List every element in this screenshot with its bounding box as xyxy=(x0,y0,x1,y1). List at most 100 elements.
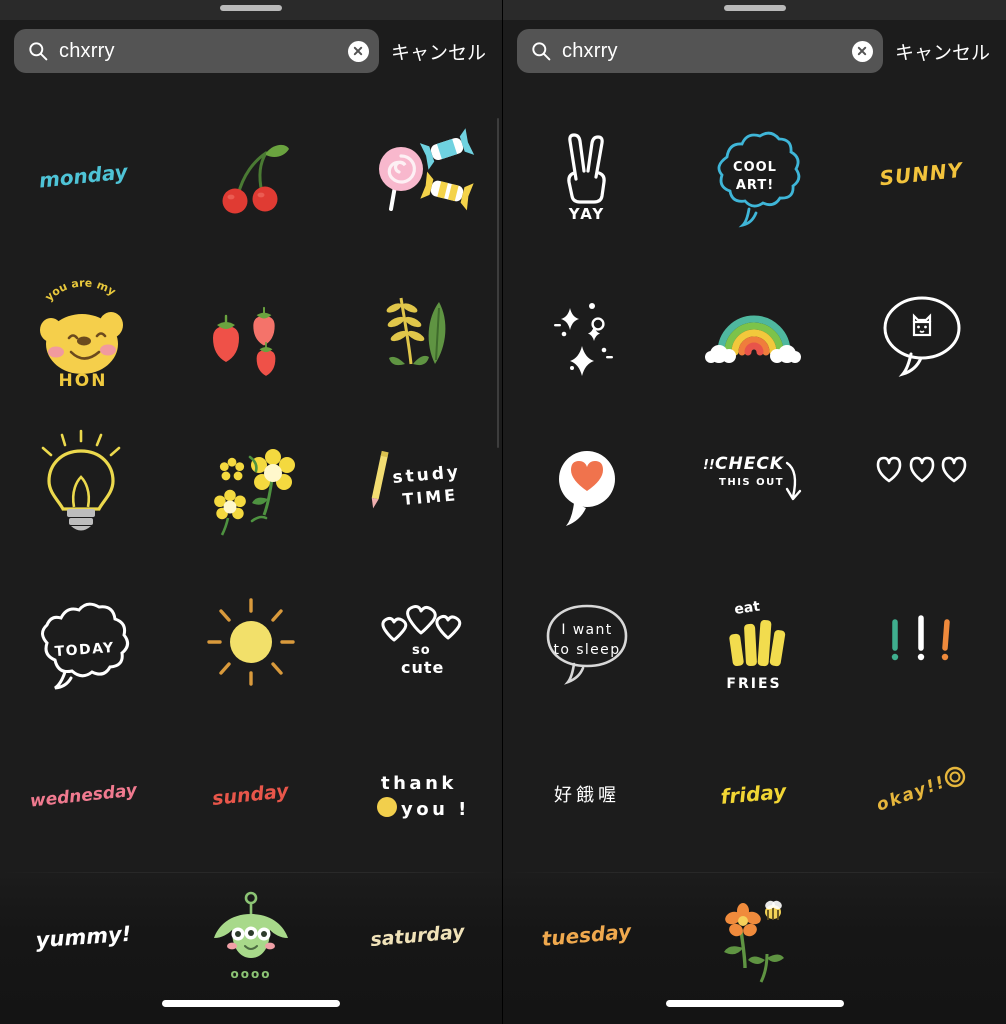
sticker-eat-fries[interactable]: eat FRIES xyxy=(691,578,817,704)
sticker-sunny[interactable]: SUNNY xyxy=(859,113,985,239)
sticker-yummy[interactable]: yummy! xyxy=(21,872,147,998)
sticker-cell-eat-fries[interactable]: eat FRIES xyxy=(671,563,839,718)
sticker-today-cloud[interactable]: TODAY xyxy=(21,578,147,704)
sticker-cell-strawberries[interactable] xyxy=(167,253,334,408)
sheet-grabber-handle-right[interactable] xyxy=(723,5,786,11)
sticker-cell-today-cloud[interactable]: TODAY xyxy=(0,563,167,718)
svg-text:saturday: saturday xyxy=(370,921,467,951)
sticker-cell-yay-peace[interactable]: YAY xyxy=(503,98,671,253)
sheet-grabber-zone[interactable] xyxy=(0,0,502,20)
sticker-cell-yummy[interactable]: yummy! xyxy=(0,872,167,998)
sticker-cell-i-want-to-sleep[interactable]: I want to sleep xyxy=(503,563,671,718)
search-input-value: chxrry xyxy=(59,39,115,62)
svg-text:好餓喔: 好餓喔 xyxy=(554,785,620,806)
sheet-grabber-zone-right[interactable] xyxy=(503,0,1006,20)
sticker-so-cute[interactable]: so cute xyxy=(355,578,481,704)
cancel-button-left[interactable]: キャンセル xyxy=(391,38,488,65)
sticker-saturday[interactable]: saturday xyxy=(355,872,481,998)
left-panel: chxrry キャンセル monday you are my HON study… xyxy=(0,0,503,1024)
svg-text:!!: !! xyxy=(703,458,715,473)
sticker-cell-cool-art[interactable]: COOL ART! xyxy=(671,98,839,253)
sticker-lightbulb[interactable] xyxy=(21,423,147,549)
sticker-cell-saturday[interactable]: saturday xyxy=(335,872,502,998)
sticker-cell-wednesday[interactable]: wednesday xyxy=(0,718,167,873)
svg-text:eat: eat xyxy=(734,598,762,617)
sticker-alien[interactable]: oooo xyxy=(188,872,314,998)
sticker-sparkles[interactable] xyxy=(524,268,650,394)
sticker-okay-smiley[interactable]: okay!! xyxy=(859,733,985,859)
sticker-cell-sparkles[interactable] xyxy=(503,253,671,408)
sticker-cell-study-time[interactable]: study TIME xyxy=(335,408,502,563)
sticker-check-this-out[interactable]: !! CHECK THIS OUT xyxy=(691,423,817,549)
sticker-leaves[interactable] xyxy=(355,268,481,394)
sticker-cell-flower-bee[interactable] xyxy=(671,872,839,998)
sticker-cell-friday[interactable]: friday xyxy=(671,718,839,873)
sticker-cell-flowers[interactable] xyxy=(167,408,334,563)
sticker-sun[interactable] xyxy=(188,578,314,704)
sticker-wednesday[interactable]: wednesday xyxy=(21,733,147,859)
sheet-grabber-handle[interactable] xyxy=(220,5,282,11)
svg-text:thank: thank xyxy=(381,773,457,794)
sticker-sunday[interactable]: sunday xyxy=(188,733,314,859)
sticker-cell-lightbulb[interactable] xyxy=(0,408,167,563)
sticker-cell-alien[interactable]: oooo xyxy=(167,872,334,998)
sticker-yay-peace[interactable]: YAY xyxy=(524,113,650,239)
home-indicator-left[interactable] xyxy=(162,1000,340,1007)
sticker-cell-cat-bubble[interactable] xyxy=(838,253,1006,408)
sticker-cell-sunday[interactable]: sunday xyxy=(167,718,334,873)
sticker-cell-check-this-out[interactable]: !! CHECK THIS OUT xyxy=(671,408,839,563)
sticker-cell-sunny[interactable]: SUNNY xyxy=(838,98,1006,253)
clear-text-icon-right[interactable] xyxy=(851,40,873,62)
sticker-flower-bee[interactable] xyxy=(691,872,817,998)
sticker-cell-cherries[interactable] xyxy=(167,98,334,253)
svg-text:HON: HON xyxy=(58,371,107,391)
sticker-i-want-to-sleep[interactable]: I want to sleep xyxy=(524,578,650,704)
sticker-monday[interactable]: monday xyxy=(21,113,147,239)
sticker-lollipop-candy[interactable] xyxy=(355,113,481,239)
sticker-thank-you[interactable]: thank you ! xyxy=(355,733,481,859)
clear-text-icon[interactable] xyxy=(347,40,369,62)
sticker-cell-thank-you[interactable]: thank you ! xyxy=(335,718,502,873)
svg-text:YAY: YAY xyxy=(568,205,605,223)
sticker-three-hearts[interactable] xyxy=(859,423,985,549)
sticker-cell-so-cute[interactable]: so cute xyxy=(335,563,502,718)
sticker-hao-e-wo[interactable]: 好餓喔 xyxy=(524,733,650,859)
sticker-you-are-my-hon[interactable]: you are my HON xyxy=(21,268,147,394)
svg-text:yummy!: yummy! xyxy=(35,922,132,953)
sticker-strawberries[interactable] xyxy=(188,268,314,394)
svg-text:wednesday: wednesday xyxy=(29,780,139,811)
sticker-tuesday[interactable]: tuesday xyxy=(524,872,650,998)
svg-text:study: study xyxy=(392,462,462,488)
svg-text:okay!!: okay!! xyxy=(874,772,949,816)
sticker-cell-rainbow[interactable] xyxy=(671,253,839,408)
sticker-exclamations[interactable] xyxy=(859,578,985,704)
svg-text:TODAY: TODAY xyxy=(54,639,115,659)
sticker-cell-sun[interactable] xyxy=(167,563,334,718)
sticker-friday[interactable]: friday xyxy=(691,733,817,859)
sticker-cell-hao-e-wo[interactable]: 好餓喔 xyxy=(503,718,671,873)
svg-text:cute: cute xyxy=(401,658,444,677)
cancel-button-right[interactable]: キャンセル xyxy=(895,38,992,65)
search-input-left[interactable]: chxrry xyxy=(14,29,379,73)
sticker-cell-okay-smiley[interactable]: okay!! xyxy=(838,718,1006,873)
sticker-cell-monday[interactable]: monday xyxy=(0,98,167,253)
svg-text:FRIES: FRIES xyxy=(727,676,782,692)
sticker-cell-three-hearts[interactable] xyxy=(838,408,1006,563)
home-indicator-right[interactable] xyxy=(665,1000,844,1007)
svg-text:to sleep: to sleep xyxy=(553,642,620,658)
sticker-cell-you-are-my-hon[interactable]: you are my HON xyxy=(0,253,167,408)
sticker-heart-bubble[interactable] xyxy=(524,423,650,549)
sticker-cell-tuesday[interactable]: tuesday xyxy=(503,872,671,998)
sticker-study-time[interactable]: study TIME xyxy=(355,423,481,549)
sticker-cell-lollipop-candy[interactable] xyxy=(335,98,502,253)
search-input-right[interactable]: chxrry xyxy=(517,29,883,73)
sticker-cherries[interactable] xyxy=(188,113,314,239)
sticker-flowers[interactable] xyxy=(188,423,314,549)
sticker-cell-leaves[interactable] xyxy=(335,253,502,408)
sticker-cell-exclamations[interactable] xyxy=(838,563,1006,718)
sticker-cool-art[interactable]: COOL ART! xyxy=(691,113,817,239)
sticker-cat-bubble[interactable] xyxy=(859,268,985,394)
sticker-cell-heart-bubble[interactable] xyxy=(503,408,671,563)
sticker-rainbow[interactable] xyxy=(691,268,817,394)
svg-text:I want: I want xyxy=(561,622,612,638)
